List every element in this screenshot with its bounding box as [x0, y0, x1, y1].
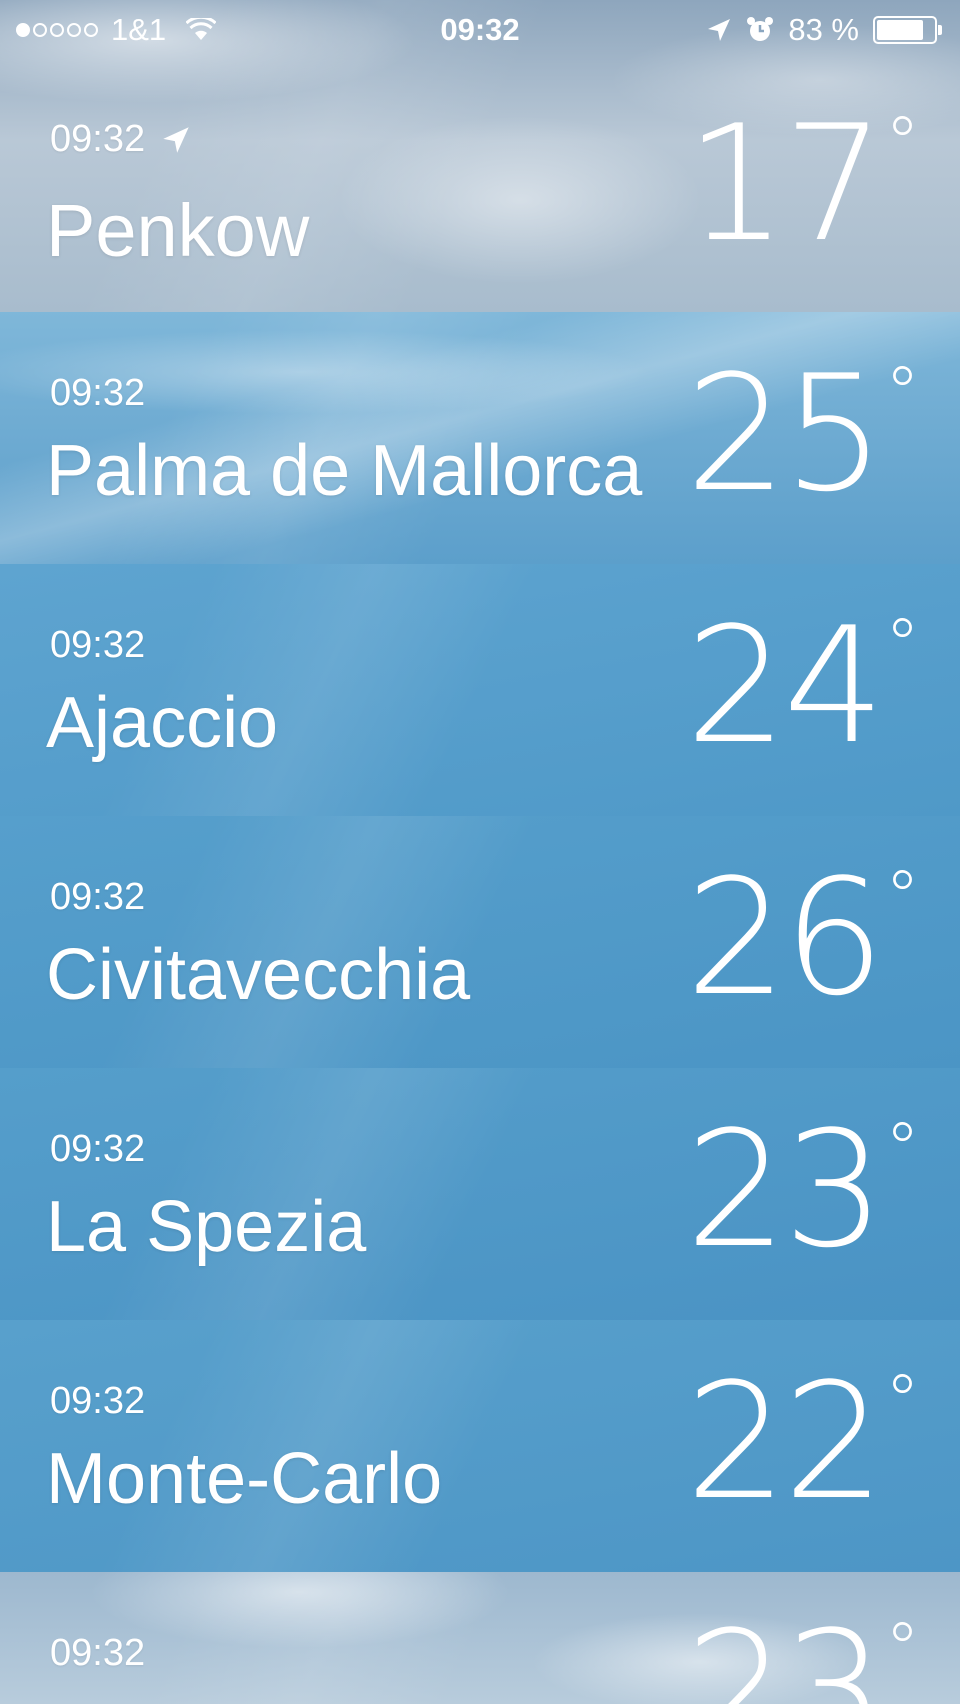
battery-level-fill	[877, 20, 924, 40]
city-name: Penkow	[46, 189, 310, 272]
city-list[interactable]: 09:32 Penkow 17° 09:32 Palma de Mallorca…	[0, 0, 960, 1704]
temperature: 23°	[685, 1596, 920, 1704]
degree-symbol: °	[885, 1360, 920, 1442]
temperature: 17°	[685, 90, 920, 277]
degree-symbol: °	[885, 352, 920, 434]
degree-symbol: °	[885, 102, 920, 184]
temperature: 26°	[685, 844, 920, 1031]
temperature: 22°	[685, 1348, 920, 1535]
city-name: Monte-Carlo	[46, 1439, 443, 1519]
status-bar-right: 83 %	[692, 12, 942, 48]
city-name: Civitavecchia	[46, 935, 471, 1015]
local-time: 09:32	[50, 624, 146, 666]
degree-symbol: °	[885, 856, 920, 938]
temperature: 25°	[685, 340, 920, 527]
local-time: 09:32	[50, 876, 146, 918]
city-name: Palma de Mallorca	[46, 431, 643, 511]
degree-symbol: °	[885, 1108, 920, 1190]
degree-symbol: °	[885, 604, 920, 686]
city-row-partial[interactable]: 09:32 23°	[0, 1572, 960, 1704]
city-row-la-spezia[interactable]: 09:32 La Spezia 23°	[0, 1068, 960, 1320]
alarm-clock-icon	[747, 17, 774, 41]
local-time: 09:32	[50, 372, 146, 414]
city-name: Ajaccio	[46, 683, 279, 763]
temperature: 24°	[685, 592, 920, 779]
battery-icon	[873, 16, 942, 44]
city-row-monte-carlo[interactable]: 09:32 Monte-Carlo 22°	[0, 1320, 960, 1572]
local-time: 09:32	[50, 118, 191, 161]
local-time: 09:32	[50, 1380, 146, 1422]
battery-percent: 83 %	[788, 12, 859, 47]
degree-symbol: °	[885, 1608, 920, 1690]
city-row-civitavecchia[interactable]: 09:32 Civitavecchia 26°	[0, 816, 960, 1068]
city-name: La Spezia	[46, 1187, 367, 1267]
local-time: 09:32	[50, 1632, 146, 1674]
status-bar: 1&1 09:32 83 %	[0, 0, 960, 60]
city-row-ajaccio[interactable]: 09:32 Ajaccio 24°	[0, 564, 960, 816]
local-time: 09:32	[50, 1128, 146, 1170]
location-arrow-icon	[708, 19, 731, 41]
temperature: 23°	[685, 1096, 920, 1283]
current-location-icon	[163, 126, 189, 153]
city-row-palma-de-mallorca[interactable]: 09:32 Palma de Mallorca 25°	[0, 312, 960, 564]
